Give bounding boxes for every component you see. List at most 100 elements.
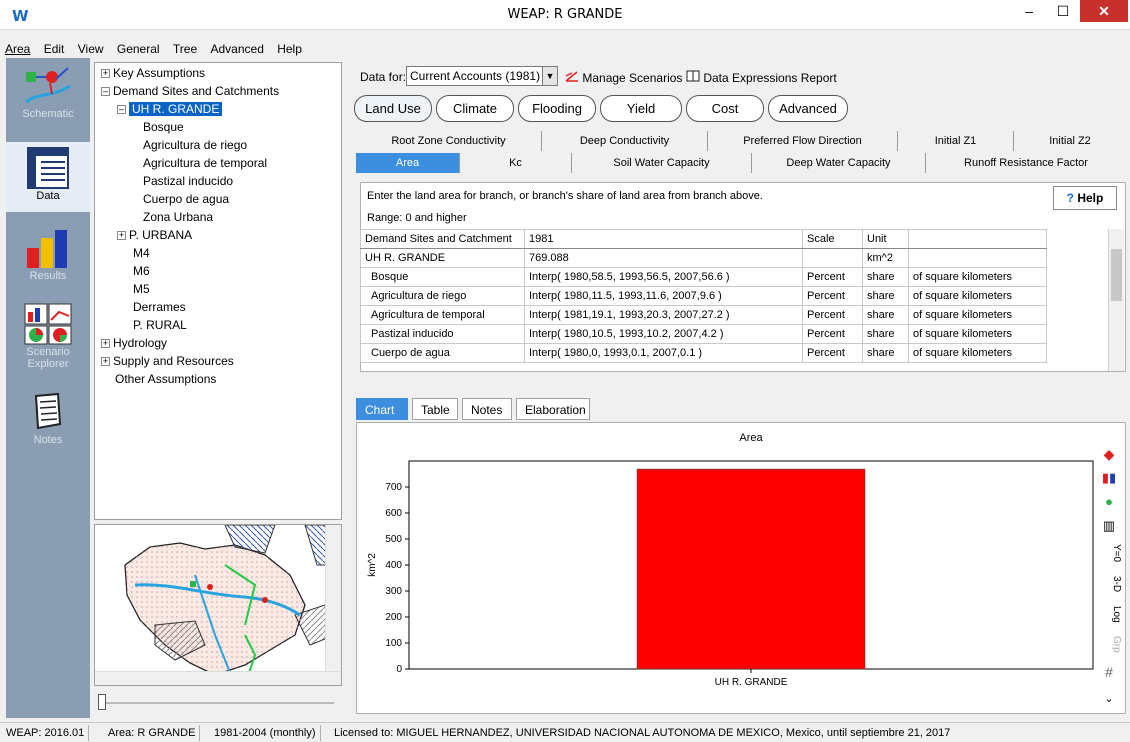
group-toggle[interactable]: Grp — [1096, 636, 1122, 653]
log-toggle[interactable]: Log — [1096, 606, 1122, 623]
column-header[interactable]: Scale — [802, 229, 863, 249]
tab-deep-conductivity[interactable]: Deep Conductivity — [542, 131, 708, 151]
table-row[interactable]: UH R. GRANDE 769.088 km^2 — [360, 248, 1047, 268]
expression-cell[interactable]: Interp( 1980,58.5, 1993,56.5, 2007,56.6 … — [524, 267, 803, 287]
expression-cell[interactable]: Interp( 1980,0, 1993,0.1, 2007,0.1 ) — [524, 343, 803, 363]
minimize-button[interactable]: – — [1012, 0, 1046, 22]
tab-yield[interactable]: Yield — [600, 95, 682, 122]
tree-item-demand-sites[interactable]: – Demand Sites and Catchments — [101, 83, 279, 99]
data-view-button[interactable]: Data — [6, 142, 90, 212]
menu-advanced[interactable]: Advanced — [206, 40, 269, 58]
grid-scrollbar[interactable] — [1108, 229, 1124, 371]
schematic-view-button[interactable]: Schematic — [6, 62, 90, 132]
tab-kc[interactable]: Kc — [460, 153, 572, 173]
expression-cell[interactable]: 769.088 — [524, 248, 803, 268]
table-row[interactable]: Bosque Interp( 1980,58.5, 1993,56.5, 200… — [360, 267, 1047, 287]
expression-cell[interactable]: Interp( 1980,11.5, 1993,11.6, 2007,9.6 ) — [524, 286, 803, 306]
chart-type-icon[interactable]: ▮▮ — [1096, 470, 1122, 486]
y-zero-toggle[interactable]: Y=0 — [1096, 544, 1122, 562]
chevron-down-icon[interactable]: ⌄ — [1096, 692, 1122, 705]
chevron-down-icon[interactable]: ▼ — [542, 67, 557, 85]
tree-item-supply[interactable]: + Supply and Resources — [101, 353, 234, 369]
tab-runoff-resistance-factor[interactable]: Runoff Resistance Factor — [926, 153, 1126, 173]
tab-area[interactable]: Area — [356, 153, 460, 173]
map-vertical-scrollbar[interactable] — [325, 525, 341, 671]
tree-item-derrames[interactable]: Derrames — [133, 299, 186, 315]
tree-item-key-assumptions[interactable]: + Key Assumptions — [101, 65, 205, 81]
unit-cell[interactable]: share — [862, 286, 909, 306]
menu-general[interactable]: General — [112, 40, 165, 58]
tree-item-p-rural[interactable]: P. RURAL — [133, 317, 187, 333]
scale-cell[interactable] — [802, 248, 863, 268]
expand-icon[interactable]: + — [117, 231, 126, 240]
notes-view-button[interactable]: Notes — [6, 390, 90, 460]
tree-item-zona-urbana[interactable]: Zona Urbana — [143, 209, 213, 225]
close-button[interactable]: ✕ — [1080, 0, 1128, 22]
tab-deep-water-capacity[interactable]: Deep Water Capacity — [752, 153, 926, 173]
tree-item-agricultura-temporal[interactable]: Agricultura de temporal — [143, 155, 267, 171]
tab-land-use[interactable]: Land Use — [354, 95, 432, 122]
expression-cell[interactable]: Interp( 1980,10.5, 1993,10.2, 2007,4.2 ) — [524, 324, 803, 344]
expand-icon[interactable]: + — [101, 69, 110, 78]
table-row[interactable]: Agricultura de temporal Interp( 1981,19.… — [360, 305, 1047, 325]
tab-flooding[interactable]: Flooding — [518, 95, 596, 122]
grid-toggle[interactable]: # — [1096, 664, 1122, 680]
column-header[interactable]: Unit — [862, 229, 909, 249]
unit-cell[interactable]: share — [862, 324, 909, 344]
column-header[interactable]: 1981 — [524, 229, 803, 249]
maximize-button[interactable]: ☐ — [1046, 0, 1080, 22]
table-row[interactable]: Cuerpo de agua Interp( 1980,0, 1993,0.1,… — [360, 343, 1047, 363]
tree-item-m4[interactable]: M4 — [133, 245, 150, 261]
unit-cell[interactable]: share — [862, 305, 909, 325]
three-d-toggle[interactable]: 3-D — [1096, 576, 1122, 592]
table-row[interactable]: Pastizal inducido Interp( 1980,10.5, 199… — [360, 324, 1047, 344]
tab-advanced[interactable]: Advanced — [768, 95, 848, 122]
tab-root-zone-conductivity[interactable]: Root Zone Conductivity — [356, 131, 542, 151]
scale-cell[interactable]: Percent — [802, 267, 863, 287]
tree-item-agricultura-riego[interactable]: Agricultura de riego — [143, 137, 247, 153]
tab-preferred-flow-direction[interactable]: Preferred Flow Direction — [708, 131, 898, 151]
map-zoom-slider[interactable] — [94, 692, 342, 712]
scale-cell[interactable]: Percent — [802, 286, 863, 306]
tab-cost[interactable]: Cost — [686, 95, 764, 122]
tab-table[interactable]: Table — [412, 398, 458, 420]
help-button[interactable]: ? Help — [1053, 186, 1117, 210]
tree-item-m6[interactable]: M6 — [133, 263, 150, 279]
chart-pie-icon[interactable]: ● — [1096, 494, 1122, 509]
scrollbar-thumb[interactable] — [1111, 249, 1122, 301]
tree-item-m5[interactable]: M5 — [133, 281, 150, 297]
tree-item-p-urbana[interactable]: + P. URBANA — [117, 227, 192, 243]
scale-cell[interactable]: Percent — [802, 324, 863, 344]
tab-climate[interactable]: Climate — [436, 95, 514, 122]
unit-cell[interactable]: km^2 — [862, 248, 909, 268]
expression-cell[interactable]: Interp( 1981,19.1, 1993,20.3, 2007,27.2 … — [524, 305, 803, 325]
tab-chart[interactable]: Chart — [356, 398, 408, 420]
tab-initial-z2[interactable]: Initial Z2 — [1014, 131, 1126, 151]
schematic-map-preview[interactable] — [94, 524, 342, 686]
collapse-icon[interactable]: – — [101, 87, 110, 96]
tab-initial-z1[interactable]: Initial Z1 — [898, 131, 1014, 151]
data-expressions-report-button[interactable]: Data Expressions Report — [686, 70, 837, 85]
tab-notes[interactable]: Notes — [462, 398, 512, 420]
slider-thumb[interactable] — [98, 694, 106, 710]
chart-bars-icon[interactable]: ▥ — [1096, 518, 1122, 534]
tree-item-hydrology[interactable]: + Hydrology — [101, 335, 167, 351]
chart-color-icon[interactable]: ◆ — [1096, 446, 1122, 463]
results-view-button[interactable]: Results — [6, 226, 90, 296]
menu-edit[interactable]: Edit — [39, 40, 70, 58]
scenario-explorer-button[interactable]: Scenario Explorer — [6, 302, 90, 382]
map-horizontal-scrollbar[interactable] — [95, 671, 341, 685]
menu-area[interactable]: Area — [0, 40, 35, 58]
collapse-icon[interactable]: – — [117, 105, 126, 114]
tree-item-cuerpo-agua[interactable]: Cuerpo de agua — [143, 191, 229, 207]
scenario-dropdown[interactable]: Current Accounts (1981) — [406, 66, 558, 86]
unit-cell[interactable]: share — [862, 343, 909, 363]
table-row[interactable]: Agricultura de riego Interp( 1980,11.5, … — [360, 286, 1047, 306]
tree-item-bosque[interactable]: Bosque — [143, 119, 184, 135]
column-header[interactable]: Demand Sites and Catchment — [360, 229, 525, 249]
tree-item-pastizal[interactable]: Pastizal inducido — [143, 173, 233, 189]
menu-tree[interactable]: Tree — [168, 40, 202, 58]
menu-help[interactable]: Help — [272, 40, 307, 58]
unit-cell[interactable]: share — [862, 267, 909, 287]
tab-soil-water-capacity[interactable]: Soil Water Capacity — [572, 153, 752, 173]
